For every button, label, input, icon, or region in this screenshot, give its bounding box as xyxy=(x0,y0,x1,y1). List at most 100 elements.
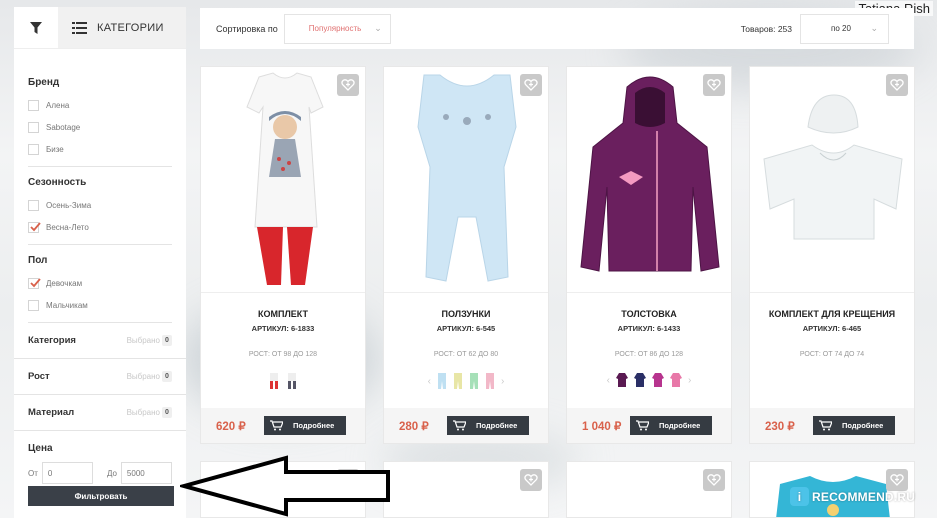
gender-option-label: Мальчикам xyxy=(46,300,88,310)
color-variant-thumbnail[interactable] xyxy=(616,373,628,387)
checkbox[interactable] xyxy=(28,121,39,133)
color-variant-thumbnail[interactable] xyxy=(453,373,463,389)
brand-option-label: Sabotage xyxy=(46,122,81,132)
product-title[interactable]: КОМПЛЕКТ xyxy=(201,309,365,319)
checkbox[interactable] xyxy=(28,143,39,155)
product-price: 620 ₽ xyxy=(216,420,246,433)
count-badge: 0 xyxy=(162,371,172,382)
color-variant-thumbnail[interactable] xyxy=(634,373,646,387)
heart-plus-icon xyxy=(341,79,355,91)
material-collapsible[interactable]: Материал Выбрано 0 xyxy=(14,395,186,431)
color-thumbnails: ‹ › xyxy=(567,373,731,387)
color-variant-thumbnail[interactable] xyxy=(286,373,298,389)
season-heading: Сезонность xyxy=(28,177,87,188)
chevron-left-icon[interactable]: ‹ xyxy=(428,376,431,387)
filter-button[interactable]: Фильтровать xyxy=(28,486,174,506)
favorite-heart-icon[interactable] xyxy=(520,469,542,491)
color-variant-thumbnail[interactable] xyxy=(670,373,682,387)
collapsible-selected: Выбрано 0 xyxy=(127,371,172,382)
color-variant-thumbnail[interactable] xyxy=(469,373,479,389)
color-variant-thumbnail[interactable] xyxy=(437,373,447,389)
chevron-right-icon[interactable]: › xyxy=(688,375,691,386)
product-card[interactable]: ПОЛЗУНКИ АРТИКУЛ: 6-545 РОСТ: ОТ 62 ДО 8… xyxy=(383,66,549,444)
favorite-heart-icon[interactable] xyxy=(337,74,359,96)
color-variant-thumbnail[interactable] xyxy=(268,373,280,389)
product-title[interactable]: КОМПЛЕКТ ДЛЯ КРЕЩЕНИЯ xyxy=(750,309,914,319)
product-count: Товаров: 253 xyxy=(740,23,792,34)
product-image[interactable] xyxy=(201,67,365,292)
tab-categories[interactable]: КАТЕГОРИИ xyxy=(58,7,186,48)
per-page-dropdown[interactable]: по 20 ⌄ xyxy=(800,13,889,44)
chevron-left-icon[interactable]: ‹ xyxy=(607,375,610,386)
product-image[interactable] xyxy=(567,67,731,292)
price-to-input[interactable]: 5000 xyxy=(120,462,172,484)
product-card[interactable]: КОМПЛЕКТ АРТИКУЛ: 6-1833 РОСТ: ОТ 98 ДО … xyxy=(200,66,366,444)
product-card[interactable]: КОМПЛЕКТ ДЛЯ КРЕЩЕНИЯ АРТИКУЛ: 6-465 РОС… xyxy=(749,66,915,444)
price-from-input[interactable]: 0 xyxy=(41,462,93,484)
divider xyxy=(384,292,548,293)
checkbox[interactable] xyxy=(28,99,39,111)
brand-option-label: Бизе xyxy=(46,144,64,154)
brand-heading: Бренд xyxy=(28,77,60,88)
season-option-label: Осень-Зима xyxy=(46,200,92,210)
product-title[interactable]: ПОЛЗУНКИ xyxy=(384,309,548,319)
favorite-heart-icon[interactable] xyxy=(886,74,908,96)
product-card[interactable] xyxy=(566,461,732,518)
divider xyxy=(28,244,172,245)
filter-icon xyxy=(30,21,42,34)
checkbox[interactable] xyxy=(28,199,39,211)
product-card[interactable] xyxy=(383,461,549,518)
gender-option[interactable]: Девочкам xyxy=(28,272,172,294)
price-filter: Цена xyxy=(14,443,186,454)
product-image[interactable] xyxy=(384,67,548,292)
height-collapsible[interactable]: Рост Выбрано 0 xyxy=(14,359,186,395)
cart-icon xyxy=(636,420,649,431)
count-badge: 0 xyxy=(162,335,172,346)
tab-filter[interactable] xyxy=(14,7,58,48)
checkbox[interactable] xyxy=(28,299,39,311)
brand-option[interactable]: Алена xyxy=(28,94,172,116)
category-collapsible[interactable]: Категория Выбрано 0 xyxy=(14,323,186,359)
gender-option[interactable]: Мальчикам xyxy=(28,294,172,316)
gender-option-label: Девочкам xyxy=(46,278,83,288)
divider xyxy=(201,292,365,293)
product-article: АРТИКУЛ: 6-1833 xyxy=(251,324,315,333)
brand-option[interactable]: Sabotage xyxy=(28,116,172,138)
brand-option[interactable]: Бизе xyxy=(28,138,172,160)
favorite-heart-icon[interactable] xyxy=(703,469,725,491)
checkmark-icon xyxy=(30,277,41,287)
details-button-label: Подробнее xyxy=(659,421,701,430)
details-button[interactable]: Подробнее xyxy=(630,416,712,435)
sort-label: Сортировка по xyxy=(216,23,278,34)
hoodie-image xyxy=(580,76,720,272)
details-button[interactable]: Подробнее xyxy=(447,416,529,435)
heart-plus-icon xyxy=(524,474,538,486)
season-option[interactable]: Осень-Зима xyxy=(28,194,172,216)
checkbox-checked[interactable] xyxy=(28,221,41,233)
color-variant-thumbnail[interactable] xyxy=(485,373,495,389)
romper-image xyxy=(417,74,517,282)
details-button-label: Подробнее xyxy=(842,421,884,430)
collapsible-selected: Выбрано 0 xyxy=(127,407,172,418)
chevron-right-icon[interactable]: › xyxy=(501,376,504,387)
divider xyxy=(567,292,731,293)
favorite-heart-icon[interactable] xyxy=(520,74,542,96)
selected-text: Выбрано xyxy=(126,372,160,381)
collapsible-label: Категория xyxy=(28,335,76,346)
favorite-heart-icon[interactable] xyxy=(703,74,725,96)
price-bar: 280 ₽ Подробнее xyxy=(384,408,548,443)
season-option[interactable]: Весна-Лето xyxy=(28,216,172,238)
color-variant-thumbnail[interactable] xyxy=(652,373,664,387)
product-title[interactable]: ТОЛСТОВКА xyxy=(567,309,731,319)
product-size: РОСТ: ОТ 86 ДО 128 xyxy=(614,351,684,358)
sort-dropdown[interactable]: Популярность ⌄ xyxy=(283,13,391,44)
selected-text: Выбрано xyxy=(126,336,160,345)
collapsible-label: Материал xyxy=(28,407,75,418)
checkbox-checked[interactable] xyxy=(28,277,41,289)
dress-leggings-image xyxy=(246,72,324,285)
product-image[interactable] xyxy=(750,67,914,292)
details-button[interactable]: Подробнее xyxy=(813,416,895,435)
tab-categories-label: КАТЕГОРИИ xyxy=(97,21,164,34)
details-button[interactable]: Подробнее xyxy=(264,416,346,435)
product-card[interactable]: ТОЛСТОВКА АРТИКУЛ: 6-1433 РОСТ: ОТ 86 ДО… xyxy=(566,66,732,444)
